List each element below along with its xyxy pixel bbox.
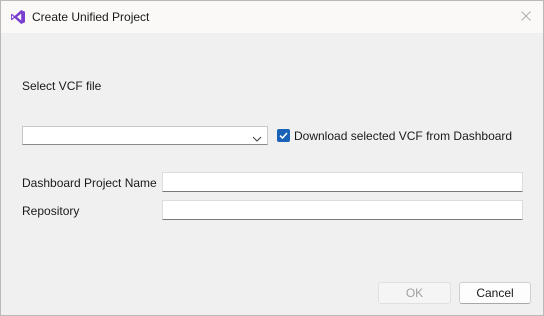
- cancel-button[interactable]: Cancel: [459, 282, 531, 304]
- download-vcf-label[interactable]: Download selected VCF from Dashboard: [294, 129, 512, 143]
- vcf-file-label: Select VCF file: [22, 79, 102, 93]
- checkmark-icon: [277, 129, 290, 142]
- chevron-down-icon: [252, 132, 262, 142]
- cancel-button-label: Cancel: [476, 286, 514, 300]
- ok-button-label: OK: [405, 286, 424, 300]
- close-icon: [521, 10, 531, 24]
- window-title: Create Unified Project: [32, 10, 150, 24]
- download-vcf-checkbox[interactable]: [277, 129, 290, 142]
- repository-label: Repository: [22, 204, 80, 218]
- dialog-window: Create Unified Project Select VCF file D…: [0, 0, 544, 316]
- vcf-file-dropdown[interactable]: [22, 126, 268, 145]
- ok-button[interactable]: OK: [378, 282, 451, 304]
- repository-input[interactable]: [162, 200, 523, 220]
- title-bar[interactable]: Create Unified Project: [1, 1, 543, 33]
- visual-studio-icon: [10, 9, 26, 25]
- close-button[interactable]: [509, 1, 543, 33]
- project-name-label: Dashboard Project Name: [22, 176, 157, 190]
- project-name-input[interactable]: [162, 172, 523, 192]
